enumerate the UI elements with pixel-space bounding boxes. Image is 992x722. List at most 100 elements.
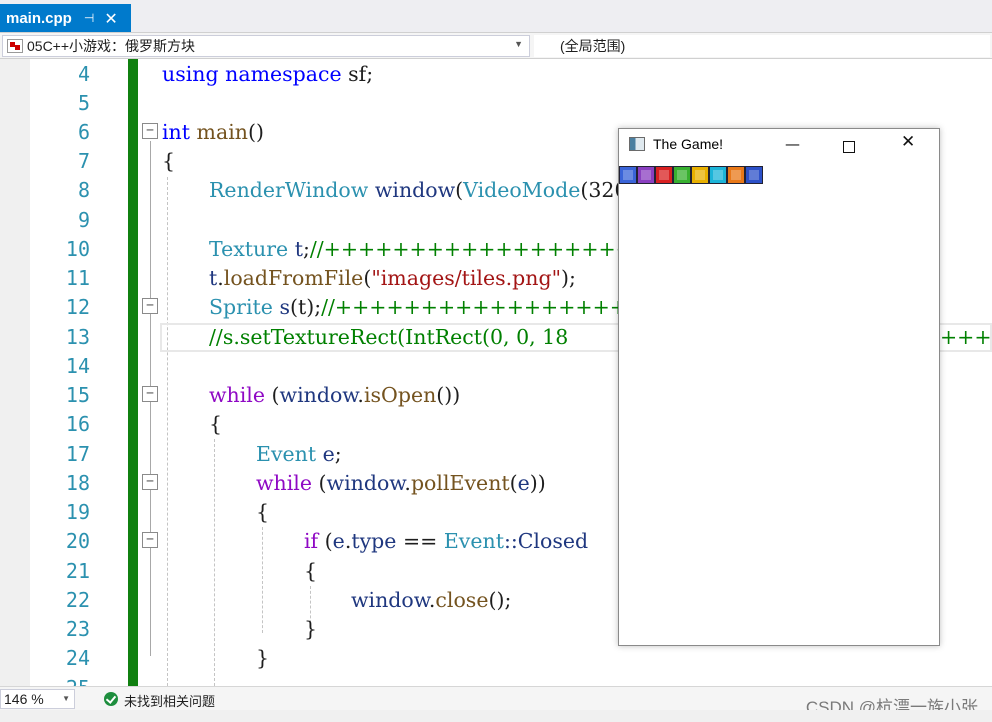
line-number: 23 xyxy=(65,617,90,641)
keyword: while xyxy=(209,383,265,407)
tile-sprite-strip xyxy=(619,166,763,184)
code-text: { xyxy=(209,412,223,436)
type-name: Event xyxy=(256,442,317,466)
variable: window xyxy=(326,471,405,495)
line-number: 17 xyxy=(65,442,90,466)
variable: s xyxy=(279,295,290,319)
zoom-level: 146 % xyxy=(4,691,44,707)
line-number: 18 xyxy=(65,471,90,495)
line-number: 9 xyxy=(77,208,90,232)
code-text: ( xyxy=(265,383,280,407)
type-name: Event xyxy=(443,529,504,553)
line-number: 13 xyxy=(65,325,90,349)
field-name: type xyxy=(351,529,397,553)
indent-guide xyxy=(262,527,263,633)
variable: e xyxy=(316,442,335,466)
project-icon xyxy=(7,39,23,53)
variable: window xyxy=(374,178,456,202)
code-line-4: using namespace sf; xyxy=(162,60,373,89)
indent-guide xyxy=(214,439,215,686)
code-line-22: window.close(); xyxy=(351,586,511,615)
collapse-icon[interactable]: − xyxy=(142,532,158,548)
line-number: 12 xyxy=(65,295,90,319)
tile xyxy=(673,166,691,184)
minimize-icon[interactable]: — xyxy=(785,135,800,153)
variable: e xyxy=(517,471,530,495)
code-text: ( xyxy=(318,529,333,553)
code-text: { xyxy=(256,500,270,524)
line-number: 19 xyxy=(65,500,90,524)
document-tab-strip: main.cpp ⊣ ✕ xyxy=(0,0,992,32)
variable: window xyxy=(279,383,358,407)
line-number: 14 xyxy=(65,354,90,378)
app-icon xyxy=(629,137,645,151)
line-number: 24 xyxy=(65,646,90,670)
collapse-icon[interactable]: − xyxy=(142,474,158,490)
code-text: () xyxy=(247,120,264,144)
line-number: 22 xyxy=(65,588,90,612)
code-line-21: { xyxy=(304,557,317,586)
scope-dropdown[interactable]: (全局范围) xyxy=(534,35,990,57)
type-name: RenderWindow xyxy=(209,178,369,202)
maximize-icon[interactable] xyxy=(843,141,855,153)
variable: window xyxy=(351,588,429,612)
code-text: ( xyxy=(509,471,518,495)
code-line-23: } xyxy=(304,615,317,644)
function-name: pollEvent xyxy=(410,471,510,495)
code-text: { xyxy=(304,559,318,583)
project-dropdown[interactable]: 05C++小游戏：俄罗斯方块 ▼ xyxy=(2,35,530,57)
line-number: 5 xyxy=(77,91,90,115)
indicator-margin xyxy=(0,59,30,686)
pin-icon[interactable]: ⊣ xyxy=(84,11,94,25)
zoom-dropdown[interactable]: 146 % ▼ xyxy=(0,689,75,709)
project-name: 05C++小游戏：俄罗斯方块 xyxy=(27,38,196,54)
keyword: using xyxy=(162,62,219,86)
code-line-15: while (window.isOpen()) xyxy=(209,381,460,410)
code-line-17: Event e; xyxy=(256,440,342,469)
code-text: (t); xyxy=(289,295,322,319)
game-window[interactable]: The Game! — ✕ xyxy=(618,128,940,646)
comment: //s.setTextureRect(IntRect(0, 0, 18 xyxy=(209,325,569,349)
close-icon[interactable]: ✕ xyxy=(104,9,117,28)
code-text: ); xyxy=(561,266,576,290)
code-text: sf; xyxy=(341,62,374,86)
code-text: == xyxy=(396,529,444,553)
collapse-icon[interactable]: − xyxy=(142,298,158,314)
function-name: close xyxy=(435,588,489,612)
line-number: 20 xyxy=(65,529,90,553)
chevron-down-icon[interactable]: ▼ xyxy=(62,694,70,703)
code-text: ()) xyxy=(436,383,461,407)
line-number: 25 xyxy=(30,674,90,686)
line-number: 11 xyxy=(65,266,90,290)
keyword: while xyxy=(256,471,312,495)
scope-name: (全局范围) xyxy=(560,38,626,54)
issues-status[interactable]: 未找到相关问题 xyxy=(124,691,215,710)
change-tracking-bar xyxy=(128,59,138,686)
bottom-strip xyxy=(0,710,992,722)
type-name: Sprite xyxy=(209,295,273,319)
code-line-13-tail: ++++ xyxy=(940,323,992,352)
code-text: } xyxy=(304,617,318,641)
line-number: 21 xyxy=(65,559,90,583)
type-name: VideoMode xyxy=(463,178,581,202)
tile xyxy=(655,166,673,184)
game-window-titlebar[interactable]: The Game! — ✕ xyxy=(619,129,939,159)
string-literal: "images/tiles.png" xyxy=(371,266,562,290)
code-line-7: { xyxy=(162,147,175,176)
function-name: main xyxy=(196,120,248,144)
code-line-16: { xyxy=(209,410,222,439)
chevron-down-icon[interactable]: ▼ xyxy=(514,39,523,49)
tile xyxy=(637,166,655,184)
code-line-24: } xyxy=(256,644,269,673)
code-text: ; xyxy=(302,237,310,261)
collapse-icon[interactable]: − xyxy=(142,123,158,139)
tile xyxy=(727,166,745,184)
code-text: ::Closed xyxy=(503,529,589,553)
code-line-18: while (window.pollEvent(e)) xyxy=(256,469,546,498)
collapse-icon[interactable]: − xyxy=(142,386,158,402)
line-number: 16 xyxy=(65,412,90,436)
close-icon[interactable]: ✕ xyxy=(901,132,915,152)
line-number: 7 xyxy=(77,149,90,173)
tile xyxy=(745,166,763,184)
tab-main-cpp[interactable]: main.cpp ⊣ ✕ xyxy=(0,4,131,32)
